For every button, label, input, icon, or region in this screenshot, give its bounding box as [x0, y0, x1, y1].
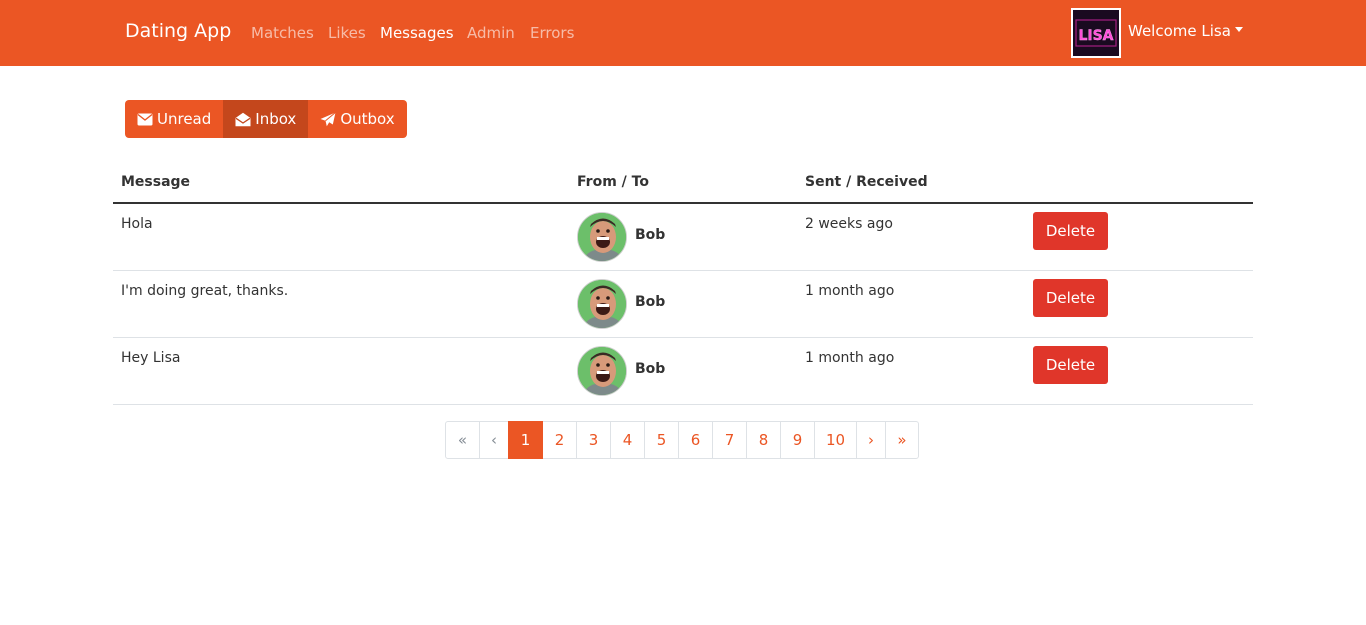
welcome-text: Welcome Lisa	[1128, 22, 1231, 40]
outbox-tab-button[interactable]: Outbox	[308, 100, 407, 138]
row-divider	[113, 404, 1253, 405]
cartoon-face-image	[578, 213, 626, 261]
sender-name[interactable]: Bob	[635, 227, 665, 243]
pagination-first[interactable]: «	[445, 421, 480, 459]
pagination-page-6[interactable]: 6	[678, 421, 713, 459]
message-time: 1 month ago	[805, 283, 895, 299]
pagination-page-10[interactable]: 10	[814, 421, 857, 459]
neon-logo-image: LISA	[1073, 10, 1119, 56]
inbox-tab-button[interactable]: Inbox	[223, 100, 309, 138]
column-header-sent-received: Sent / Received	[805, 174, 928, 190]
unread-tab-button[interactable]: Unread	[125, 100, 224, 138]
table-header-divider	[113, 202, 1253, 204]
nav-link-matches[interactable]: Matches	[251, 24, 314, 42]
sender-avatar	[577, 212, 627, 262]
pagination-page-7[interactable]: 7	[712, 421, 747, 459]
unread-tab-label: Unread	[157, 110, 212, 128]
row-divider	[113, 270, 1253, 271]
row-divider	[113, 337, 1253, 338]
pagination-page-8[interactable]: 8	[746, 421, 781, 459]
nav-link-likes[interactable]: Likes	[328, 24, 366, 42]
table-row-message[interactable]: Hola	[121, 216, 153, 232]
sender-avatar	[577, 346, 627, 396]
pagination-next[interactable]: ›	[856, 421, 886, 459]
table-row-message[interactable]: I'm doing great, thanks.	[121, 283, 288, 299]
user-dropdown-toggle[interactable]: Welcome Lisa	[1128, 22, 1243, 40]
sender-name[interactable]: Bob	[635, 361, 665, 377]
sender-avatar	[577, 279, 627, 329]
nav-link-errors[interactable]: Errors	[530, 24, 574, 42]
outbox-tab-label: Outbox	[340, 110, 395, 128]
cartoon-face-image	[578, 347, 626, 395]
pagination-page-5[interactable]: 5	[644, 421, 679, 459]
paper-plane-icon	[320, 111, 337, 126]
message-container-tabs: Unread Inbox Outbox	[125, 100, 407, 138]
column-header-from-to: From / To	[577, 174, 649, 190]
message-time: 2 weeks ago	[805, 216, 893, 232]
column-header-message: Message	[121, 174, 191, 190]
pagination-page-2[interactable]: 2	[542, 421, 577, 459]
message-time: 1 month ago	[805, 350, 895, 366]
brand-link[interactable]: Dating App	[125, 20, 231, 42]
pagination-page-4[interactable]: 4	[610, 421, 645, 459]
inbox-tab-label: Inbox	[255, 110, 297, 128]
pagination-page-3[interactable]: 3	[576, 421, 611, 459]
cartoon-face-image	[578, 280, 626, 328]
user-photo-text: LISA	[1078, 28, 1113, 44]
pagination-page-1[interactable]: 1	[508, 421, 543, 459]
caret-down-icon	[1234, 27, 1243, 32]
pagination-last[interactable]: »	[885, 421, 919, 459]
pagination-page-9[interactable]: 9	[780, 421, 815, 459]
envelope-open-icon	[235, 112, 251, 126]
pagination-previous[interactable]: ‹	[479, 421, 509, 459]
user-avatar[interactable]: LISA	[1071, 8, 1121, 58]
sender-name[interactable]: Bob	[635, 294, 665, 310]
delete-button[interactable]: Delete	[1033, 212, 1108, 250]
nav-link-admin[interactable]: Admin	[467, 24, 515, 42]
pagination: « ‹ 1 2 3 4 5 6 7 8 9 10 › »	[445, 421, 919, 459]
envelope-icon	[137, 113, 153, 125]
delete-button[interactable]: Delete	[1033, 279, 1108, 317]
delete-button[interactable]: Delete	[1033, 346, 1108, 384]
table-row-message[interactable]: Hey Lisa	[121, 350, 180, 366]
nav-link-messages[interactable]: Messages	[380, 24, 454, 42]
top-navbar: Dating App Matches Likes Messages Admin …	[0, 0, 1366, 66]
